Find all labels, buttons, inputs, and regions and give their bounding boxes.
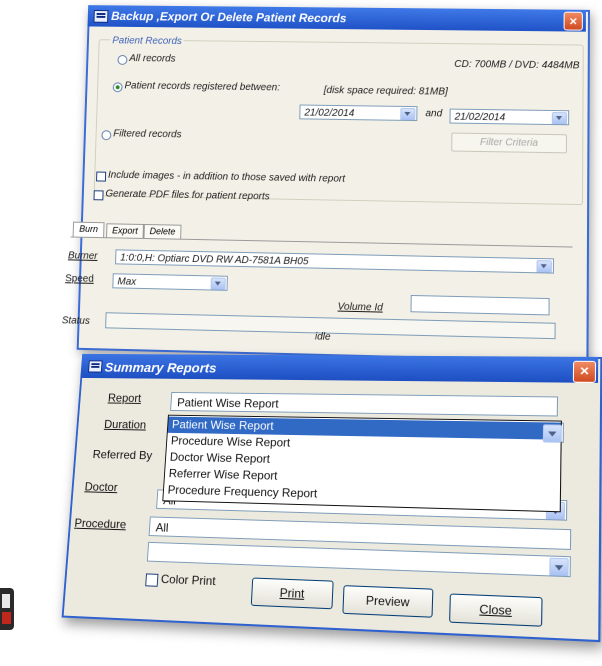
window-icon <box>93 10 108 23</box>
procedure-label: Procedure <box>74 516 127 531</box>
doctor-label: Doctor <box>84 480 118 494</box>
preview-button[interactable]: Preview <box>342 585 433 618</box>
print-button[interactable]: Print <box>251 578 334 610</box>
summary-window-title: Summary Reports <box>104 360 217 376</box>
close-button[interactable]: Close <box>449 593 542 626</box>
print-button-label: Print <box>279 586 304 601</box>
pdf-app-icon <box>0 588 14 630</box>
chevron-down-icon[interactable] <box>549 558 568 578</box>
report-dropdown-list[interactable]: Patient Wise Report Procedure Wise Repor… <box>162 415 562 513</box>
duration-label: Duration <box>104 418 147 432</box>
close-button-label: Close <box>479 602 512 618</box>
chevron-down-icon[interactable] <box>543 424 562 442</box>
backup-window-title: Backup ,Export Or Delete Patient Records <box>111 9 347 25</box>
report-label-text: Report <box>108 391 142 405</box>
pdf-page-icon <box>2 594 10 608</box>
procedure-value: All <box>155 521 169 535</box>
close-icon[interactable]: × <box>573 361 596 383</box>
preview-button-label: Preview <box>366 593 410 609</box>
color-print-checkbox[interactable] <box>145 573 158 586</box>
procedure-label-text: Procedure <box>74 516 127 531</box>
duration-label-text: Duration <box>104 418 147 432</box>
summary-reports-window: Summary Reports × Report Patient Wise Re… <box>4 23 602 666</box>
pdf-logo-icon <box>2 612 11 624</box>
window-icon <box>88 360 103 372</box>
report-label: Report <box>108 391 142 405</box>
doctor-label-text: Doctor <box>84 480 118 494</box>
report-value: Patient Wise Report <box>177 396 279 411</box>
color-print-label: Color Print <box>161 572 216 588</box>
referred-by-label: Referred By <box>92 448 152 463</box>
